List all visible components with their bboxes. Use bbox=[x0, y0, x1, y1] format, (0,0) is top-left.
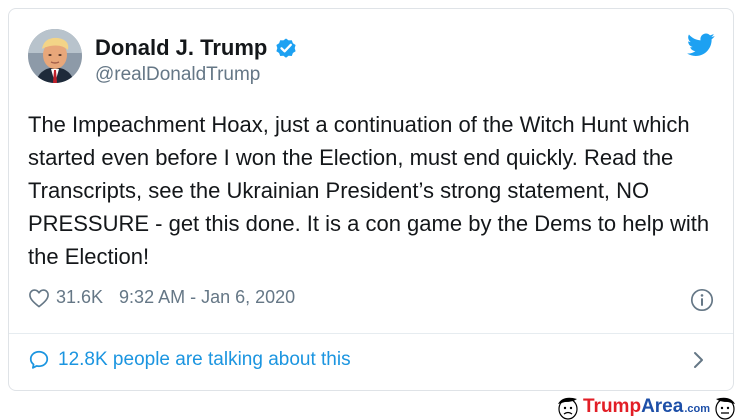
like-button[interactable]: 31.6K bbox=[28, 287, 103, 308]
cartoon-face-icon bbox=[558, 397, 578, 420]
watermark-brand-tld: .com bbox=[684, 403, 710, 415]
heart-icon bbox=[29, 288, 49, 307]
chevron-right-icon bbox=[688, 349, 716, 377]
divider bbox=[9, 333, 733, 334]
tweet-text: The Impeachment Hoax, just a continuatio… bbox=[28, 112, 710, 269]
display-name-text: Donald J. Trump bbox=[95, 35, 268, 60]
twitter-bird-icon[interactable] bbox=[687, 33, 715, 62]
avatar[interactable] bbox=[28, 29, 82, 83]
info-icon[interactable] bbox=[690, 288, 714, 317]
trumparea-watermark: TrumpArea.com bbox=[555, 394, 738, 420]
talking-about-link[interactable]: 12.8K people are talking about this bbox=[28, 345, 716, 375]
avatar-photo-icon bbox=[28, 29, 82, 83]
like-count: 31.6K bbox=[56, 287, 104, 307]
user-handle[interactable]: @realDonaldTrump bbox=[95, 64, 260, 86]
watermark-brand-area: Area bbox=[641, 396, 684, 417]
tweet-meta: 31.6K 9:32 AM - Jan 6, 2020 bbox=[28, 287, 295, 308]
watermark-brand-trump: Trump bbox=[583, 396, 642, 417]
speech-bubble-icon bbox=[29, 350, 49, 369]
tweet-card: Donald J. Trump @realDonaldTrump The Imp… bbox=[8, 8, 734, 391]
tweet-timestamp[interactable]: 9:32 AM - Jan 6, 2020 bbox=[119, 287, 295, 308]
verified-badge-icon bbox=[274, 36, 298, 60]
watermark-brand: TrumpArea.com bbox=[583, 396, 710, 418]
talking-about-label: 12.8K people are talking about this bbox=[58, 349, 351, 370]
cartoon-face-icon bbox=[715, 397, 735, 420]
display-name[interactable]: Donald J. Trump bbox=[95, 35, 298, 61]
